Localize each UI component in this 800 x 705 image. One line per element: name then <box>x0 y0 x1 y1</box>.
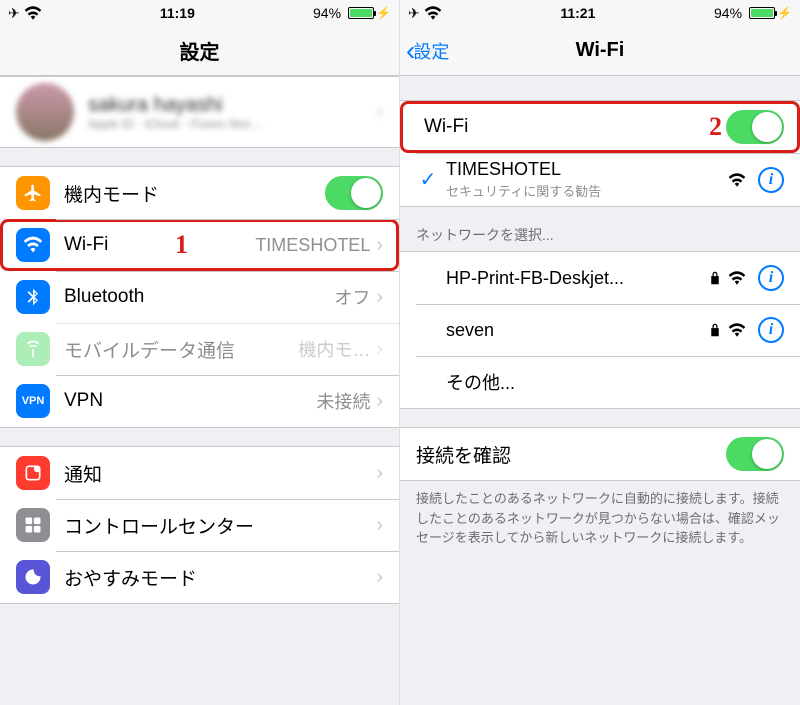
wifi-icon <box>16 228 50 262</box>
moon-icon <box>16 560 50 594</box>
annotation-1: 1 <box>175 230 188 260</box>
cellular-icon <box>16 332 50 366</box>
lock-icon <box>710 323 720 337</box>
chevron-right-icon: › <box>376 101 383 124</box>
bluetooth-row[interactable]: Bluetooth オフ › <box>0 271 399 323</box>
other-network-row[interactable]: その他... <box>400 356 800 408</box>
ask-to-join-label: 接続を確認 <box>416 441 726 468</box>
chevron-right-icon: › <box>376 514 383 537</box>
network-ssid: seven <box>446 320 710 341</box>
chevron-right-icon: › <box>376 390 383 413</box>
avatar <box>16 83 74 141</box>
status-bar: ✈ 11:21 94% ⚡ <box>400 0 800 26</box>
wifi-toggle-label: Wi-Fi <box>424 116 726 138</box>
wifi-signal-icon <box>728 173 746 187</box>
chevron-right-icon: › <box>376 286 383 309</box>
dnd-label: おやすみモード <box>64 564 376 591</box>
chevron-right-icon: › <box>376 462 383 485</box>
back-button[interactable]: ‹ 設定 <box>406 37 449 65</box>
profile-row[interactable]: sakura hayashi Apple ID · iCloud · iTune… <box>0 77 399 147</box>
chevron-right-icon: › <box>376 338 383 361</box>
ask-to-join-footer: 接続したことのあるネットワークに自動的に接続します。接続したことのあるネットワー… <box>400 481 800 560</box>
back-label: 設定 <box>413 38 449 64</box>
profile-sub: Apple ID · iCloud · iTunes Stor… <box>88 117 376 131</box>
profile-name: sakura hayashi <box>88 94 376 117</box>
dnd-row[interactable]: おやすみモード › <box>0 551 399 603</box>
chevron-right-icon: › <box>376 566 383 589</box>
wifi-toggle[interactable] <box>726 110 784 144</box>
airplane-icon: ✈ <box>408 5 420 22</box>
notifications-row[interactable]: 通知 › <box>0 447 399 499</box>
wifi-row[interactable]: Wi-Fi 1 TIMESHOTEL › <box>0 219 399 271</box>
cellular-label: モバイルデータ通信 <box>64 336 298 363</box>
annotation-2: 2 <box>709 112 722 142</box>
ask-to-join-row[interactable]: 接続を確認 <box>400 428 800 480</box>
wifi-screen: ✈ 11:21 94% ⚡ ‹ 設定 Wi-Fi Wi-Fi 2 ✓ TIMES… <box>400 0 800 705</box>
battery-percent: 94% <box>313 5 341 21</box>
airplane-icon: ✈ <box>8 5 20 22</box>
control-center-label: コントロールセンター <box>64 512 376 539</box>
cellular-value: 機内モ… <box>298 336 370 362</box>
airplane-label: 機内モード <box>64 180 325 207</box>
ask-to-join-toggle[interactable] <box>726 437 784 471</box>
wifi-signal-icon <box>728 323 746 337</box>
info-button[interactable]: i <box>758 167 784 193</box>
vpn-label: VPN <box>64 390 316 412</box>
info-button[interactable]: i <box>758 317 784 343</box>
bluetooth-label: Bluetooth <box>64 286 334 308</box>
wifi-signal-icon <box>728 271 746 285</box>
page-title: 設定 <box>180 36 220 65</box>
wifi-toggle-row[interactable]: Wi-Fi 2 <box>400 101 800 153</box>
wifi-icon <box>424 6 442 20</box>
vpn-icon: VPN <box>16 384 50 418</box>
page-title: Wi-Fi <box>576 39 625 62</box>
bluetooth-icon <box>16 280 50 314</box>
connected-security-note: セキュリティに関する勧告 <box>446 181 728 200</box>
nav-bar: 設定 <box>0 26 399 76</box>
info-button[interactable]: i <box>758 265 784 291</box>
wifi-value: TIMESHOTEL <box>255 235 370 256</box>
vpn-value: 未接続 <box>316 388 370 414</box>
lock-icon <box>710 271 720 285</box>
battery-percent: 94% <box>714 5 742 21</box>
wifi-icon <box>24 6 42 20</box>
settings-screen: ✈ 11:19 94% ⚡ 設定 sakura hayashi Apple ID… <box>0 0 400 705</box>
status-time: 11:21 <box>560 5 595 21</box>
network-row[interactable]: HP-Print-FB-Deskjet... i <box>400 252 800 304</box>
other-label: その他... <box>446 369 784 395</box>
vpn-row[interactable]: VPN VPN 未接続 › <box>0 375 399 427</box>
check-icon: ✓ <box>416 167 440 192</box>
battery-icon: ⚡ <box>345 6 391 20</box>
nav-bar: ‹ 設定 Wi-Fi <box>400 26 800 76</box>
airplane-icon <box>16 176 50 210</box>
airplane-mode-row[interactable]: 機内モード <box>0 167 399 219</box>
choose-network-header: ネットワークを選択... <box>400 207 800 251</box>
control-center-icon <box>16 508 50 542</box>
cellular-row[interactable]: モバイルデータ通信 機内モ… › <box>0 323 399 375</box>
battery-icon: ⚡ <box>746 6 792 20</box>
notifications-label: 通知 <box>64 460 376 487</box>
status-time: 11:19 <box>160 5 195 21</box>
chevron-right-icon: › <box>376 234 383 257</box>
notifications-icon <box>16 456 50 490</box>
network-ssid: HP-Print-FB-Deskjet... <box>446 268 710 289</box>
status-bar: ✈ 11:19 94% ⚡ <box>0 0 399 26</box>
network-row[interactable]: seven i <box>400 304 800 356</box>
airplane-toggle[interactable] <box>325 176 383 210</box>
connected-network-row[interactable]: ✓ TIMESHOTEL セキュリティに関する勧告 i <box>400 153 800 206</box>
connected-ssid: TIMESHOTEL <box>446 159 728 180</box>
wifi-label: Wi-Fi <box>64 234 255 256</box>
control-center-row[interactable]: コントロールセンター › <box>0 499 399 551</box>
bluetooth-value: オフ <box>334 284 370 310</box>
